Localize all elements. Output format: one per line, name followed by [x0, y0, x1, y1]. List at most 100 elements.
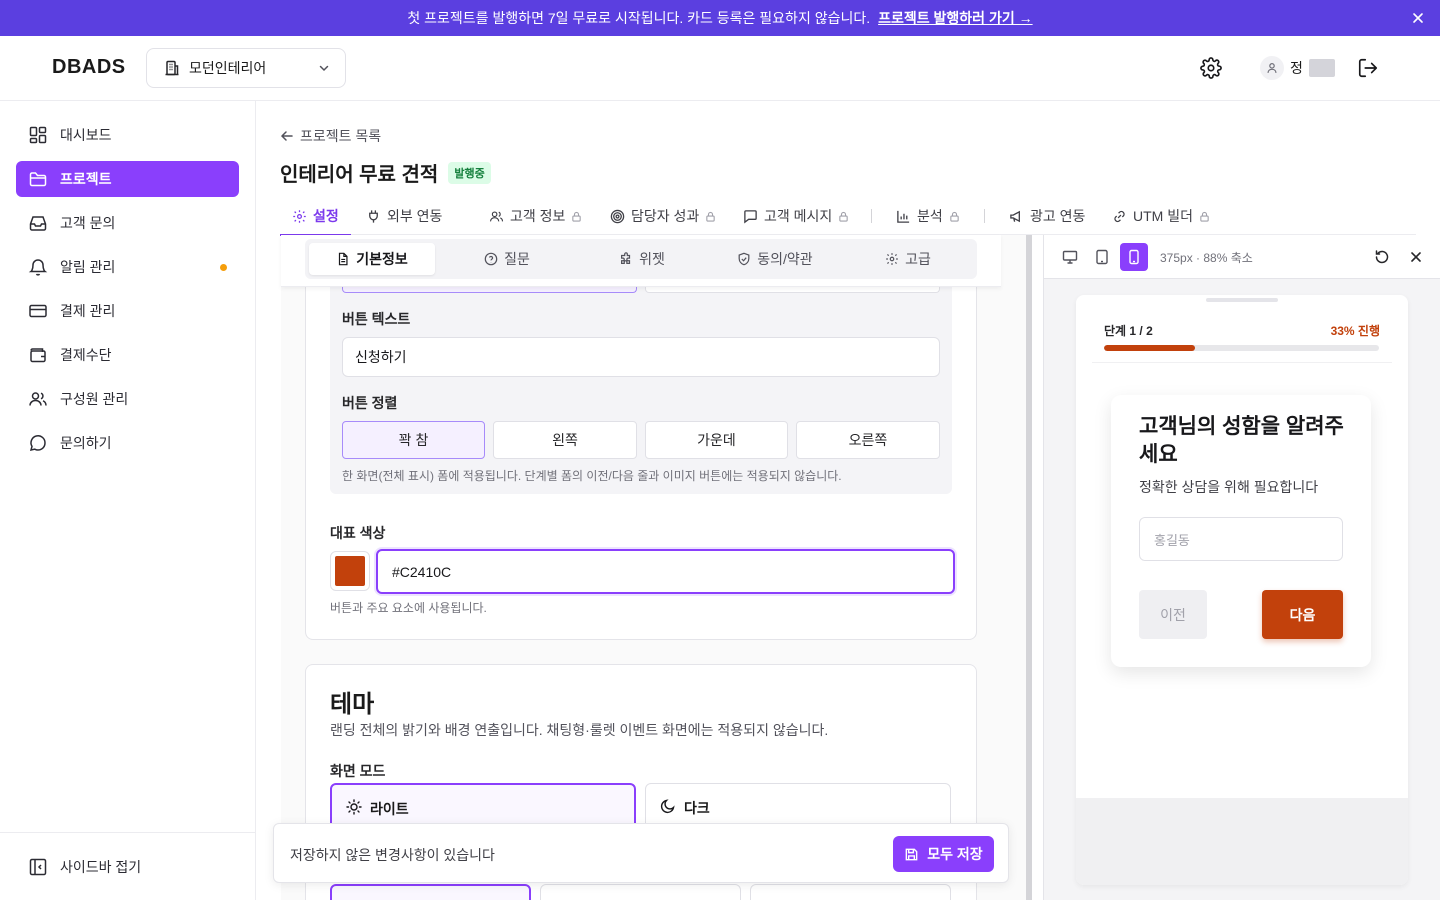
sidebar-item-label: 대시보드 — [60, 127, 112, 143]
background-option[interactable] — [750, 884, 951, 900]
status-badge: 발행중 — [448, 161, 491, 184]
unsaved-changes-bar: 저장하지 않은 변경사항이 있습니다 모두 저장 — [273, 823, 1009, 883]
button-text-label: 버튼 텍스트 — [342, 311, 411, 327]
promo-banner: 첫 프로젝트를 발행하면 7일 무료로 시작됩니다. 카드 등록은 필요하지 않… — [0, 0, 1440, 36]
gear-icon — [885, 252, 899, 266]
divider — [1092, 362, 1392, 363]
gear-icon[interactable] — [1200, 57, 1222, 79]
prev-button[interactable]: 이전 — [1139, 590, 1207, 639]
sidebar-item-members[interactable]: 구성원 관리 — [16, 381, 239, 417]
tab-analytics[interactable]: 분석 — [896, 197, 960, 235]
align-left-option[interactable]: 왼쪽 — [493, 421, 637, 459]
next-button[interactable]: 다음 — [1262, 590, 1343, 639]
tab-customer-info[interactable]: 고객 정보 — [489, 197, 582, 235]
back-label: 프로젝트 목록 — [300, 128, 382, 144]
puzzle-icon — [619, 252, 633, 266]
logout-icon[interactable] — [1357, 57, 1379, 79]
preview-pane: 375px · 88% 축소 단계 1 / 2 33% 진행 고객님의 성함을 … — [1043, 235, 1440, 900]
background-option[interactable] — [540, 884, 741, 900]
tab-label: 분석 — [917, 208, 943, 224]
logo[interactable]: DBADS — [52, 56, 126, 79]
sidebar-collapse-icon — [28, 857, 48, 877]
display-mode-label: 화면 모드 — [330, 763, 386, 779]
sidebar-item-label: 구성원 관리 — [60, 391, 129, 407]
shield-check-icon — [737, 252, 751, 266]
building-icon — [163, 59, 181, 77]
tab-integrations[interactable]: 외부 연동 — [366, 197, 442, 235]
user-menu[interactable]: 정 — [1260, 56, 1335, 80]
sidebar-item-billing[interactable]: 결제 관리 — [16, 293, 239, 329]
tab-label: 고객 정보 — [510, 208, 566, 224]
button-text-input[interactable]: 신청하기 — [342, 337, 940, 377]
sidebar-item-payment-methods[interactable]: 결제수단 — [16, 337, 239, 373]
subtab-advanced[interactable]: 고급 — [843, 243, 973, 275]
step-indicator: 단계 1 / 2 — [1104, 324, 1153, 338]
folder-icon — [28, 169, 48, 189]
sidebar-item-label: 결제 관리 — [60, 303, 116, 319]
user-name-redacted — [1308, 59, 1335, 77]
sidebar-item-dashboard[interactable]: 대시보드 — [16, 117, 239, 153]
subtab-questions[interactable]: 질문 — [442, 243, 572, 275]
theme-title: 테마 — [330, 691, 375, 718]
align-full-option[interactable]: 꽉 참 — [342, 421, 485, 459]
progress-percent: 33% 진행 — [1330, 324, 1380, 338]
tab-staff-performance[interactable]: 담당자 성과 — [610, 197, 716, 235]
publish-project-link[interactable]: 프로젝트 발행하러 가기 → — [878, 8, 1032, 28]
progress-bar — [1104, 345, 1379, 351]
tab-label: 설정 — [313, 208, 339, 224]
collapse-sidebar-button[interactable]: 사이드바 접기 — [28, 857, 141, 877]
page-title: 인테리어 무료 견적 발행중 — [280, 158, 491, 187]
back-link[interactable]: 프로젝트 목록 — [280, 126, 381, 146]
workspace-select[interactable]: 모던인테리어 — [146, 48, 346, 88]
subtab-label: 질문 — [504, 251, 530, 267]
mobile-view-button[interactable] — [1120, 243, 1148, 271]
tab-divider — [871, 209, 872, 223]
name-input[interactable]: 홍길동 — [1139, 517, 1343, 561]
sidebar-item-inquiries[interactable]: 고객 문의 — [16, 205, 239, 241]
workspace-name: 모던인테리어 — [189, 60, 267, 76]
tab-utm-builder[interactable]: UTM 빌더 — [1112, 197, 1210, 235]
tablet-icon — [1094, 249, 1110, 265]
tab-settings[interactable]: 설정 — [280, 197, 351, 236]
tab-customer-messages[interactable]: 고객 메시지 — [743, 197, 849, 235]
editor-scrollbar[interactable] — [1026, 235, 1032, 900]
smartphone-icon — [1126, 249, 1142, 265]
gear-icon — [292, 209, 307, 224]
refresh-icon[interactable] — [1374, 249, 1390, 265]
question-title: 고객님의 성함을 알려주세요 — [1139, 415, 1344, 466]
save-all-button[interactable]: 모두 저장 — [893, 836, 994, 872]
brand-color-input[interactable]: #C2410C — [376, 549, 955, 594]
bar-chart-icon — [896, 209, 911, 224]
desktop-view-button[interactable] — [1056, 243, 1084, 271]
users-icon — [489, 209, 504, 224]
users-icon — [28, 389, 48, 409]
tab-divider — [984, 209, 985, 223]
chevron-down-icon — [317, 61, 331, 75]
preview-footer-area — [1076, 798, 1408, 885]
align-center-option[interactable]: 가운데 — [645, 421, 788, 459]
brand-color-label: 대표 색상 — [330, 525, 386, 541]
sidebar-item-label: 고객 문의 — [60, 215, 116, 231]
inbox-icon — [28, 213, 48, 233]
close-icon[interactable] — [1410, 10, 1426, 26]
sidebar-item-contact[interactable]: 문의하기 — [16, 425, 239, 461]
subtab-label: 동의/약관 — [757, 251, 813, 267]
sidebar-item-notifications[interactable]: 알림 관리 — [16, 249, 239, 285]
lock-icon — [1199, 211, 1210, 222]
tab-ad-integration[interactable]: 광고 연동 — [1009, 197, 1085, 235]
unsaved-message: 저장하지 않은 변경사항이 있습니다 — [290, 847, 495, 863]
color-swatch[interactable] — [330, 551, 370, 591]
preview-toolbar: 375px · 88% 축소 — [1044, 235, 1440, 279]
subtab-consent[interactable]: 동의/약관 — [710, 243, 840, 275]
tablet-view-button[interactable] — [1088, 243, 1116, 271]
button-align-label: 버튼 정렬 — [342, 395, 398, 411]
sidebar: 대시보드 프로젝트 고객 문의 알림 관리 결제 관리 결제수단 구성원 관리 … — [0, 101, 256, 900]
subtab-widgets[interactable]: 위젯 — [577, 243, 707, 275]
subtab-basic-info[interactable]: 기본정보 — [309, 243, 435, 275]
question-subtitle: 정확한 상담을 위해 필요합니다 — [1139, 479, 1319, 495]
brand-color-hint: 버튼과 주요 요소에 사용됩니다. — [330, 601, 487, 615]
sidebar-item-projects[interactable]: 프로젝트 — [16, 161, 239, 197]
align-right-option[interactable]: 오른쪽 — [796, 421, 940, 459]
close-icon[interactable] — [1408, 249, 1424, 265]
background-option-selected[interactable] — [330, 884, 531, 900]
